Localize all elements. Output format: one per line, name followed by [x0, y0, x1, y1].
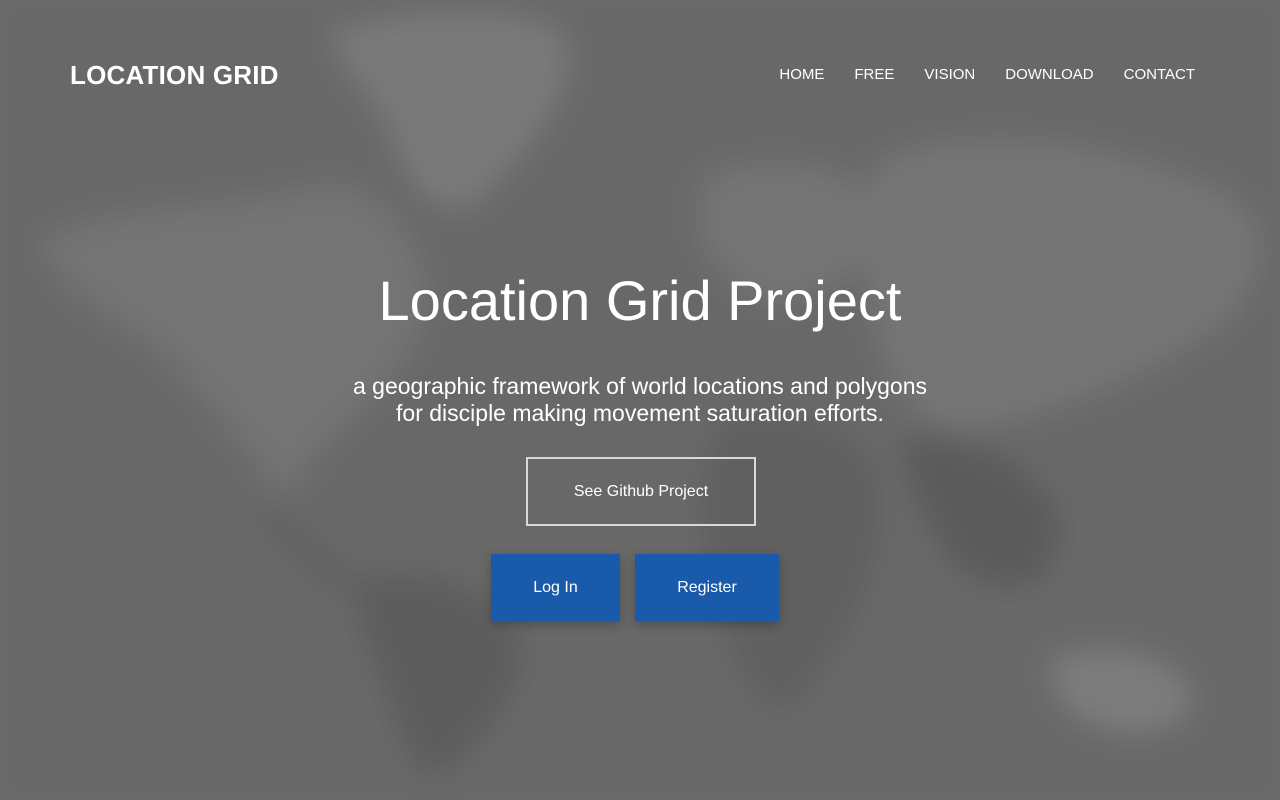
nav-item-download[interactable]: DOWNLOAD: [1005, 66, 1093, 83]
login-button[interactable]: Log In: [491, 554, 620, 621]
page-subtitle: a geographic framework of world location…: [0, 373, 1280, 427]
main-nav: HOME FREE VISION DOWNLOAD CONTACT: [779, 66, 1195, 83]
hero-section: LOCATION GRID HOME FREE VISION DOWNLOAD …: [0, 0, 1280, 800]
nav-item-home[interactable]: HOME: [779, 66, 824, 83]
nav-item-free[interactable]: FREE: [854, 66, 894, 83]
page-title: Location Grid Project: [378, 269, 902, 332]
subtitle-line-2: for disciple making movement saturation …: [396, 400, 884, 426]
register-button[interactable]: Register: [635, 554, 779, 621]
site-logo[interactable]: LOCATION GRID: [70, 60, 279, 91]
github-project-button[interactable]: See Github Project: [526, 457, 756, 526]
nav-item-contact[interactable]: CONTACT: [1124, 66, 1195, 83]
nav-item-vision[interactable]: VISION: [924, 66, 975, 83]
subtitle-line-1: a geographic framework of world location…: [352, 373, 928, 399]
